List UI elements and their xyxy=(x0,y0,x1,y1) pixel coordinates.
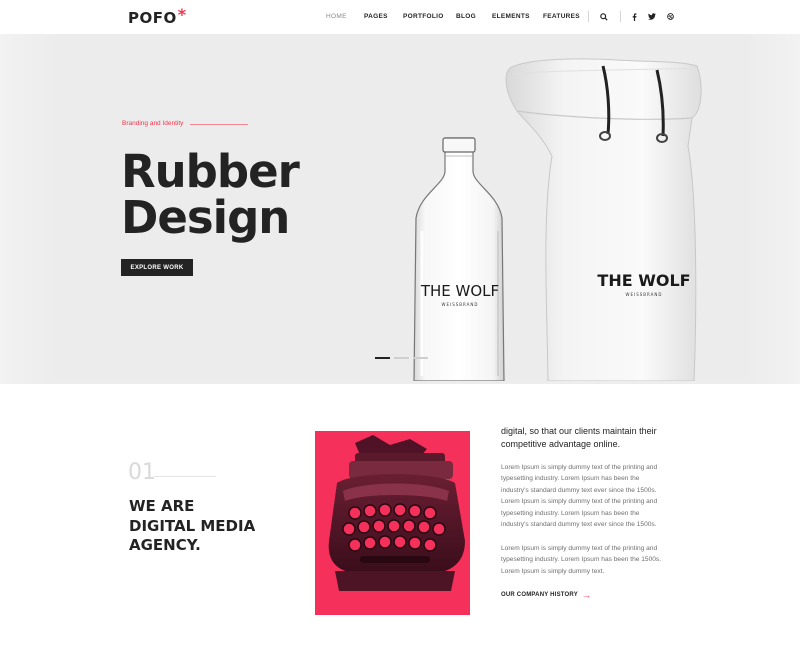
agency-heading-line: AGENCY. xyxy=(129,536,201,554)
section-number: 01 xyxy=(128,460,156,485)
company-history-label: OUR COMPANY HISTORY xyxy=(501,592,578,598)
nav-portfolio[interactable]: PORTFOLIO xyxy=(403,13,444,20)
bottle-brand-text: THE WOLF xyxy=(420,282,499,300)
paragraph-line: typesetting industry. Lorem Ipsum has be… xyxy=(501,475,640,483)
agency-heading: WE ARE DIGITAL MEDIA AGENCY. xyxy=(129,497,255,556)
nav-elements[interactable]: ELEMENTS xyxy=(492,13,530,20)
hero-tagline: Branding and Identity xyxy=(122,120,184,127)
site-logo[interactable]: POFO* xyxy=(128,5,187,27)
slider-dot[interactable] xyxy=(413,357,428,359)
nav-blog[interactable]: BLOG xyxy=(456,13,476,20)
paragraph-line: Lorem Ipsum is simply dummy text of the … xyxy=(501,545,658,552)
paragraph-line: industry's standard dummy text ever sinc… xyxy=(501,521,657,529)
typewriter-image xyxy=(315,431,470,615)
bag-brand-sub: WEISSBRAND xyxy=(626,292,663,297)
slider-dot[interactable] xyxy=(394,357,409,359)
agency-heading-line: DIGITAL MEDIA xyxy=(129,516,256,535)
nav-pages[interactable]: PAGES xyxy=(364,13,388,20)
slider-dot-active[interactable] xyxy=(375,357,390,359)
bottle-brand-sub: WEISSBRAND xyxy=(442,302,479,307)
hero-title: Rubber Design xyxy=(121,145,300,244)
paragraph-line: Lorem Ipsum is simply dummy text of the … xyxy=(501,464,658,471)
about-paragraph-1: Lorem Ipsum is simply dummy text of the … xyxy=(501,462,701,530)
about-lead-line: digital, so that our clients maintain th… xyxy=(501,426,657,436)
nav-features[interactable]: FEATURES xyxy=(543,13,580,20)
paragraph-line: typesetting industry. Lorem Ipsum has be… xyxy=(501,509,640,517)
about-lead: digital, so that our clients maintain th… xyxy=(501,425,701,451)
site-header: POFO* HOME PAGES PORTFOLIO BLOG ELEMENTS… xyxy=(0,0,800,34)
company-history-link[interactable]: OUR COMPANY HISTORY → xyxy=(501,590,592,600)
dribbble-icon[interactable] xyxy=(665,11,675,22)
paragraph-line: Lorem Ipsum is simply dummy text. xyxy=(501,567,605,575)
arrow-right-icon: → xyxy=(581,590,592,600)
logo-text: POFO xyxy=(128,9,177,27)
search-icon[interactable] xyxy=(599,11,609,22)
nav-home[interactable]: HOME xyxy=(326,13,347,20)
logo-asterisk: * xyxy=(177,5,187,24)
hero-tag-rule xyxy=(190,124,248,125)
about-lead-line: competitive advantage online. xyxy=(501,439,621,449)
about-paragraph-2: Lorem Ipsum is simply dummy text of the … xyxy=(501,543,701,577)
section-number-rule xyxy=(154,476,216,477)
bag-brand-text: THE WOLF xyxy=(597,271,690,290)
typewriter-illustration xyxy=(328,435,465,591)
agency-heading-line: WE ARE xyxy=(129,497,195,515)
paragraph-line: Lorem Ipsum is simply dummy text of the … xyxy=(501,498,658,506)
hero-title-line: Design xyxy=(121,191,290,244)
hero-title-line: Rubber xyxy=(121,145,300,198)
hero-product-image: THE WOLF WEISSBRAND THE WOLF WEISSBRAND xyxy=(413,58,702,381)
explore-work-button[interactable]: EXPLORE WORK xyxy=(121,259,193,276)
header-divider xyxy=(620,11,621,22)
paragraph-line: typesetting industry. Lorem Ipsum has be… xyxy=(501,556,662,564)
header-divider xyxy=(588,11,589,22)
twitter-icon[interactable] xyxy=(647,11,657,22)
hero-slider: Branding and Identity Rubber Design EXPL… xyxy=(52,34,750,381)
paragraph-line: industry's standard dummy text ever sinc… xyxy=(501,486,657,494)
facebook-icon[interactable] xyxy=(629,11,639,22)
